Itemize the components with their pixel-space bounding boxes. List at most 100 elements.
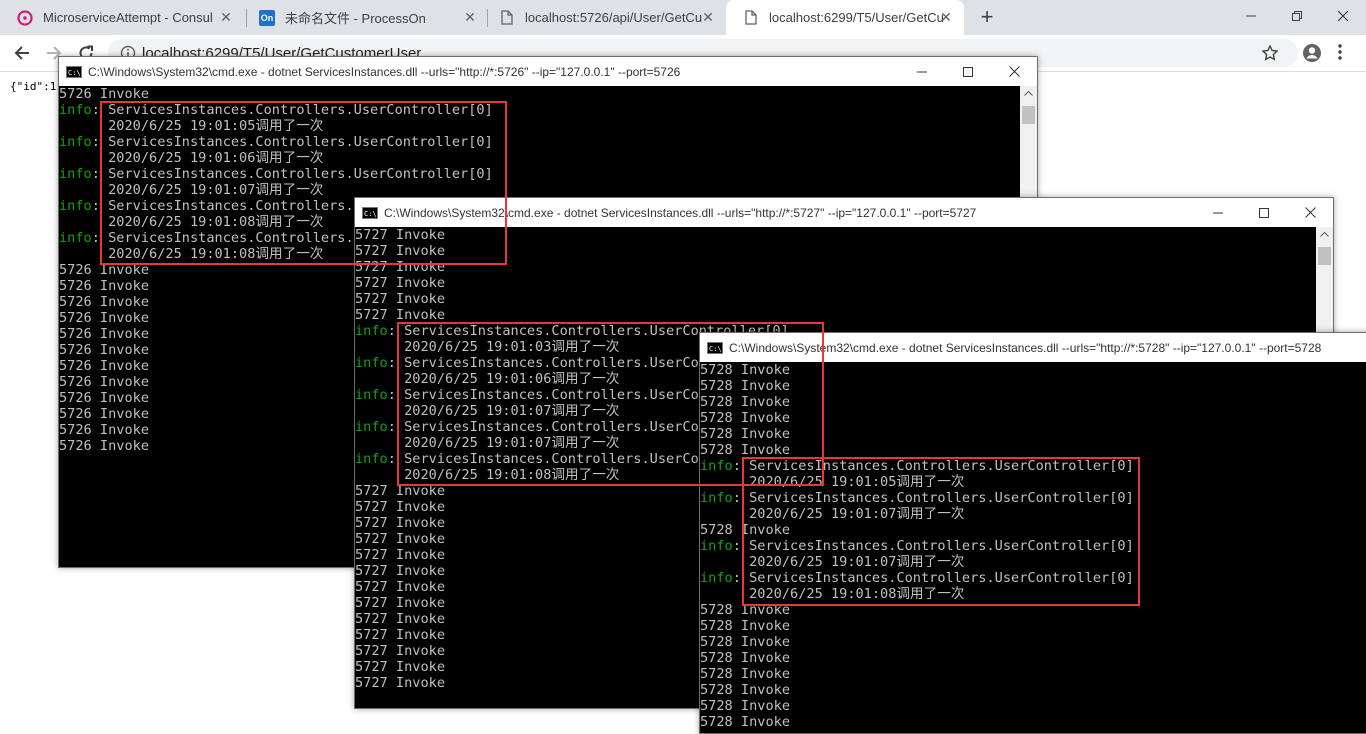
- console-text: 5728 Invoke: [700, 618, 791, 634]
- console-text: 5728 Invoke: [700, 362, 791, 378]
- console-text: 5727 Invoke: [355, 659, 446, 675]
- close-tab-icon[interactable]: ✕: [462, 9, 478, 25]
- close-window-icon[interactable]: [1320, 0, 1366, 32]
- console-text: 5726 Invoke: [59, 422, 150, 438]
- console-line: info: ServicesInstances.Controllers.User…: [700, 458, 1366, 474]
- console-text: : ServicesInstances.Controllers.UserCont…: [732, 570, 1134, 586]
- maximize-icon[interactable]: [945, 57, 991, 86]
- close-icon[interactable]: [1287, 198, 1333, 227]
- console-text: 5727 Invoke: [355, 547, 446, 563]
- tab-processon[interactable]: On 未命名文件 - ProcessOn ✕: [242, 0, 488, 35]
- console-text: 5728 Invoke: [700, 634, 791, 650]
- console-text: 5726 Invoke: [59, 326, 150, 342]
- console-text: 5728 Invoke: [700, 682, 791, 698]
- processon-icon: On: [259, 9, 275, 26]
- log-level-prefix: info: [355, 419, 388, 435]
- console-line: 2020/6/25 19:01:05调用了一次: [700, 474, 1366, 490]
- console-text: 5727 Invoke: [355, 579, 446, 595]
- console-line: 5728 Invoke: [700, 650, 1366, 666]
- console-text: 5726 Invoke: [59, 86, 150, 102]
- console-text: 5727 Invoke: [355, 499, 446, 515]
- svg-text:C:\: C:\: [709, 345, 722, 353]
- console-text: 5727 Invoke: [355, 595, 446, 611]
- close-tab-icon[interactable]: ✕: [700, 9, 716, 25]
- back-icon[interactable]: [10, 41, 34, 65]
- console-text: 5727 Invoke: [355, 531, 446, 547]
- console-line: 2020/6/25 19:01:07调用了一次: [700, 506, 1366, 522]
- bookmark-star-icon[interactable]: [1261, 44, 1279, 66]
- console-text: 2020/6/25 19:01:08调用了一次: [355, 467, 620, 483]
- console-text: 2020/6/25 19:01:05调用了一次: [700, 474, 965, 490]
- console-text: 5727 Invoke: [355, 275, 446, 291]
- console-line: 2020/6/25 19:01:07调用了一次: [59, 182, 1037, 198]
- log-level-prefix: info: [355, 387, 388, 403]
- console-text: 5728 Invoke: [700, 522, 791, 538]
- scroll-up-icon[interactable]: [1320, 231, 1329, 237]
- close-icon[interactable]: [991, 57, 1037, 86]
- minimize-icon[interactable]: [1228, 0, 1274, 32]
- log-level-prefix: info: [700, 458, 733, 474]
- console-text: : ServicesInstances.Controllers.UserCont…: [732, 458, 1134, 474]
- tab-localhost-5726[interactable]: localhost:5726/api/User/GetCu ✕: [482, 0, 726, 35]
- window-titlebar[interactable]: C:\ C:\Windows\System32\cmd.exe - dotnet…: [355, 198, 1333, 227]
- close-tab-icon[interactable]: ✕: [938, 9, 954, 25]
- log-level-prefix: info: [355, 451, 388, 467]
- svg-text:C:\: C:\: [68, 69, 81, 77]
- log-level-prefix: info: [700, 570, 733, 586]
- console-line: info: ServicesInstances.Controllers.User…: [700, 490, 1366, 506]
- maximize-icon[interactable]: [1241, 198, 1287, 227]
- console-line: 5728 Invoke: [700, 394, 1366, 410]
- console-text: 5727 Invoke: [355, 483, 446, 499]
- cmd-window-5728[interactable]: C:\ C:\Windows\System32\cmd.exe - dotnet…: [699, 332, 1366, 734]
- minimize-icon[interactable]: [1195, 198, 1241, 227]
- log-level-prefix: info: [355, 355, 388, 371]
- more-menu-icon[interactable]: [1338, 44, 1342, 65]
- console-text: 2020/6/25 19:01:07调用了一次: [700, 506, 965, 522]
- tab-title: localhost:5726/api/User/GetCu: [525, 10, 703, 25]
- console-text: 5726 Invoke: [59, 278, 150, 294]
- log-level-prefix: info: [700, 538, 733, 554]
- console-text: 5727 Invoke: [355, 515, 446, 531]
- tab-strip: MicroserviceAttempt - Consul ✕ On 未命名文件 …: [0, 0, 1366, 35]
- console-line: 5727 Invoke: [355, 275, 1333, 291]
- console-text: : ServicesInstances.Controllers.UserCont…: [732, 490, 1134, 506]
- console-line: 5728 Invoke: [700, 362, 1366, 378]
- console-text: : ServicesInstances.Controllers.UserCont…: [91, 102, 493, 118]
- console-line: info: ServicesInstances.Controllers.User…: [59, 166, 1037, 182]
- window-titlebar[interactable]: C:\ C:\Windows\System32\cmd.exe - dotnet…: [59, 57, 1037, 86]
- scroll-up-icon[interactable]: [1024, 90, 1033, 96]
- cmd-icon: C:\: [66, 65, 82, 78]
- console-line: 5728 Invoke: [700, 522, 1366, 538]
- account-icon[interactable]: [1302, 43, 1322, 68]
- scroll-thumb[interactable]: [1022, 106, 1035, 124]
- console-line: 5728 Invoke: [700, 714, 1366, 730]
- console-text: 5728 Invoke: [700, 698, 791, 714]
- window-title: C:\Windows\System32\cmd.exe - dotnet Ser…: [729, 340, 1322, 355]
- console-text: 5728 Invoke: [700, 666, 791, 682]
- log-level-prefix: info: [59, 102, 92, 118]
- close-tab-icon[interactable]: ✕: [218, 9, 234, 25]
- console-text: 2020/6/25 19:01:06调用了一次: [59, 150, 324, 166]
- cmd-icon: C:\: [707, 341, 723, 354]
- console-line: 5728 Invoke: [700, 378, 1366, 394]
- console-text: : ServicesInstances.Controllers.UserCont…: [91, 134, 493, 150]
- tab-localhost-6299[interactable]: localhost:6299/T5/User/GetCu ✕: [726, 0, 964, 35]
- minimize-icon[interactable]: [899, 57, 945, 86]
- tab-title: localhost:6299/T5/User/GetCu: [769, 10, 944, 25]
- scroll-thumb[interactable]: [1318, 247, 1331, 265]
- console-line: 5727 Invoke: [355, 227, 1333, 243]
- window-title: C:\Windows\System32\cmd.exe - dotnet Ser…: [384, 205, 977, 220]
- console-line: 5728 Invoke: [700, 410, 1366, 426]
- console-text: 5726 Invoke: [59, 438, 150, 454]
- consul-icon: [17, 9, 33, 26]
- log-level-prefix: info: [355, 323, 388, 339]
- window-titlebar[interactable]: C:\ C:\Windows\System32\cmd.exe - dotnet…: [700, 333, 1366, 362]
- console-line: 5728 Invoke: [700, 698, 1366, 714]
- log-level-prefix: info: [59, 230, 92, 246]
- console-text: 5726 Invoke: [59, 358, 150, 374]
- restore-icon[interactable]: [1274, 0, 1320, 32]
- tab-consul[interactable]: MicroserviceAttempt - Consul ✕: [0, 0, 244, 35]
- new-tab-button[interactable]: +: [976, 6, 998, 28]
- console-text: 2020/6/25 19:01:03调用了一次: [355, 339, 620, 355]
- log-level-prefix: info: [59, 198, 92, 214]
